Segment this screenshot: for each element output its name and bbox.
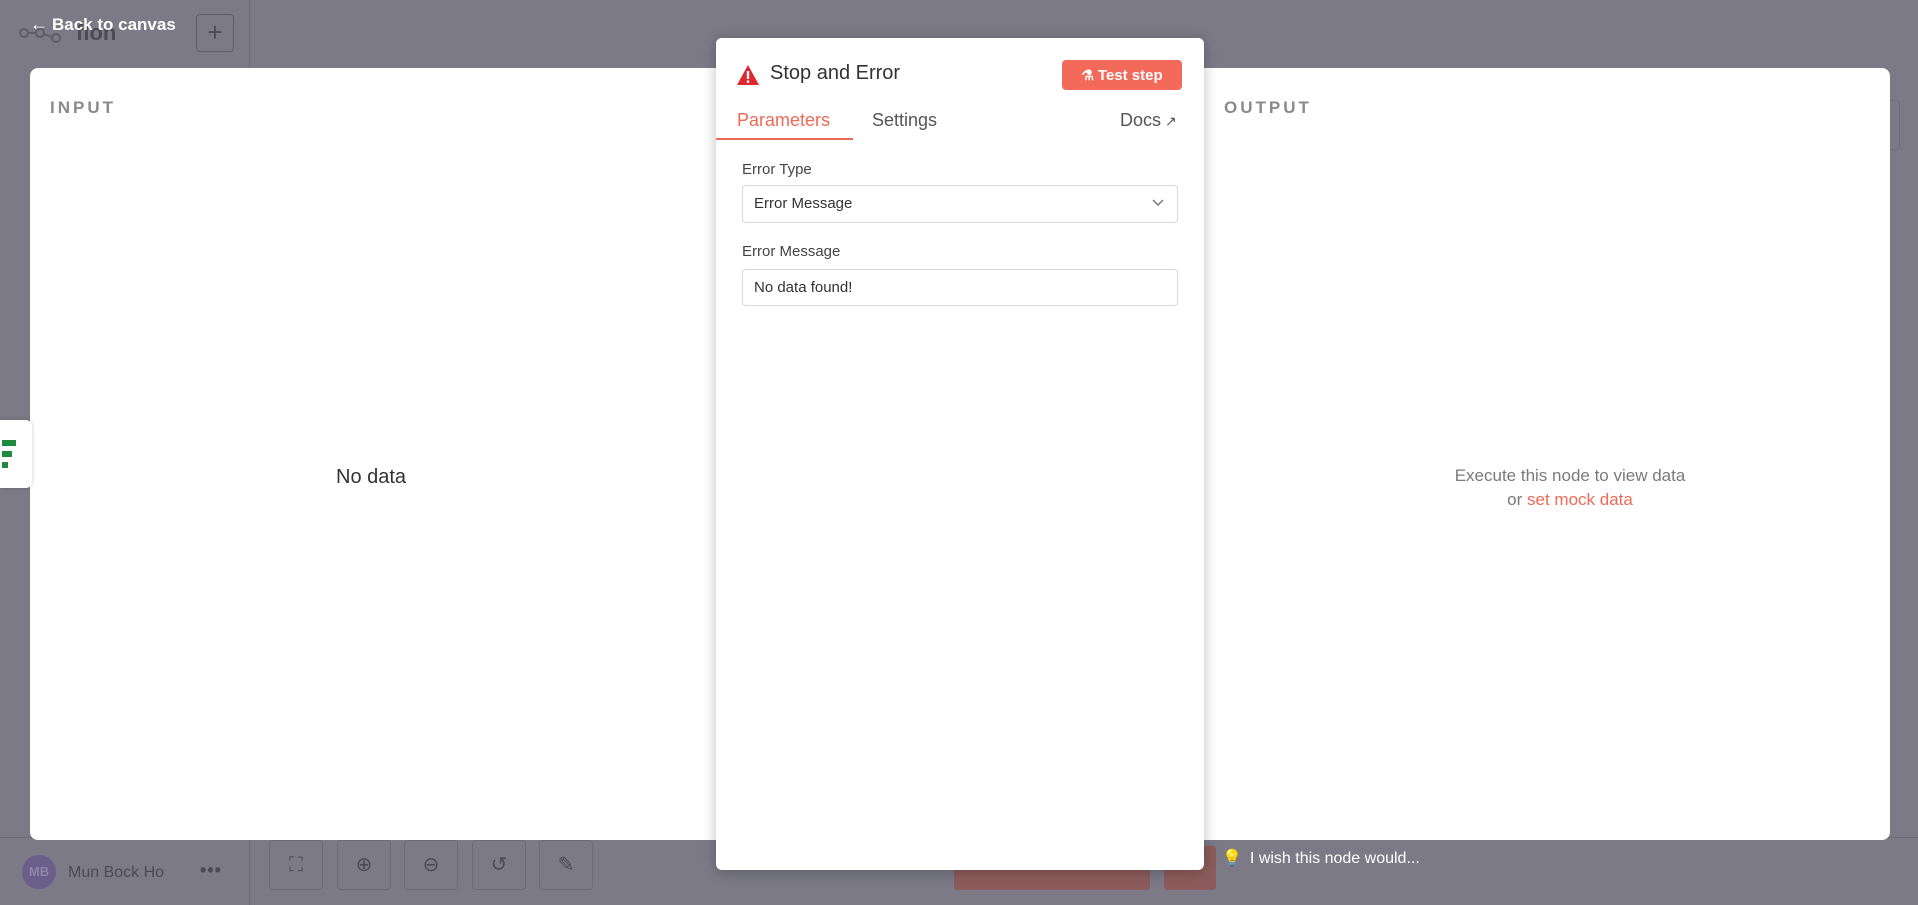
test-step-label: Test step [1097,67,1163,84]
zoom-in-icon: ⊕ [355,854,373,876]
arrow-left-icon: ← [30,14,48,34]
error-type-value: Error Message [754,195,853,212]
active-tab-indicator [716,138,853,140]
input-panel-label: INPUT [50,98,116,117]
error-type-label: Error Type [742,161,812,178]
tab-settings[interactable]: Settings [872,110,937,131]
fit-view-button[interactable]: ⛶ [269,840,323,890]
test-step-button[interactable]: ⚗ Test step [1062,60,1182,90]
output-empty-text: Execute this node to view data [1454,466,1686,485]
chevron-down-icon [1152,199,1164,207]
zoom-out-icon: ⊖ [422,854,440,876]
undo-icon: ↺ [490,854,508,876]
error-type-select[interactable]: Error Message [742,185,1178,223]
feedback-link[interactable]: 💡 I wish this node would... [1222,848,1420,868]
flask-icon: ⚗ [1081,67,1094,83]
user-name: Mun Bock Ho [68,864,165,881]
input-node-tab[interactable] [0,420,32,488]
external-link-icon: ↗ [1165,113,1177,129]
broom-icon: ✎ [557,854,575,876]
zoom-out-button[interactable]: ⊖ [404,840,458,890]
warning-icon [737,65,759,85]
tab-parameters[interactable]: Parameters [737,110,830,131]
output-empty-state: Execute this node to view data or set mo… [1414,464,1726,512]
fit-view-icon: ⛶ [289,854,303,876]
back-to-canvas-label: Back to canvas [52,15,176,34]
docs-label: Docs [1120,110,1162,130]
error-message-label: Error Message [742,243,841,260]
output-panel-label: OUTPUT [1224,98,1312,117]
back-to-canvas-link[interactable]: ← Back to canvas [30,14,176,35]
tab-docs[interactable]: Docs ↗ [1120,110,1177,131]
output-or-text: or [1507,490,1523,509]
error-message-input[interactable] [742,269,1178,306]
zoom-in-button[interactable]: ⊕ [337,840,391,890]
add-tag-button[interactable]: + [196,14,234,52]
node-settings-panel: Stop and Error ⚗ Test step Parameters Set… [716,38,1204,870]
avatar[interactable]: MB [22,855,56,889]
node-settings-header: Stop and Error ⚗ Test step Parameters Set… [716,38,1204,140]
user-menu-button[interactable]: ••• [200,860,222,881]
lightbulb-icon: 💡 [1222,850,1242,867]
set-mock-data-link[interactable]: set mock data [1527,490,1633,509]
input-empty-text: No data [336,466,407,488]
tidy-up-button[interactable]: ✎ [539,840,593,890]
feedback-label: I wish this node would... [1249,850,1420,867]
node-type-icon [2,440,16,468]
node-title[interactable]: Stop and Error [770,62,900,85]
reset-zoom-button[interactable]: ↺ [472,840,526,890]
